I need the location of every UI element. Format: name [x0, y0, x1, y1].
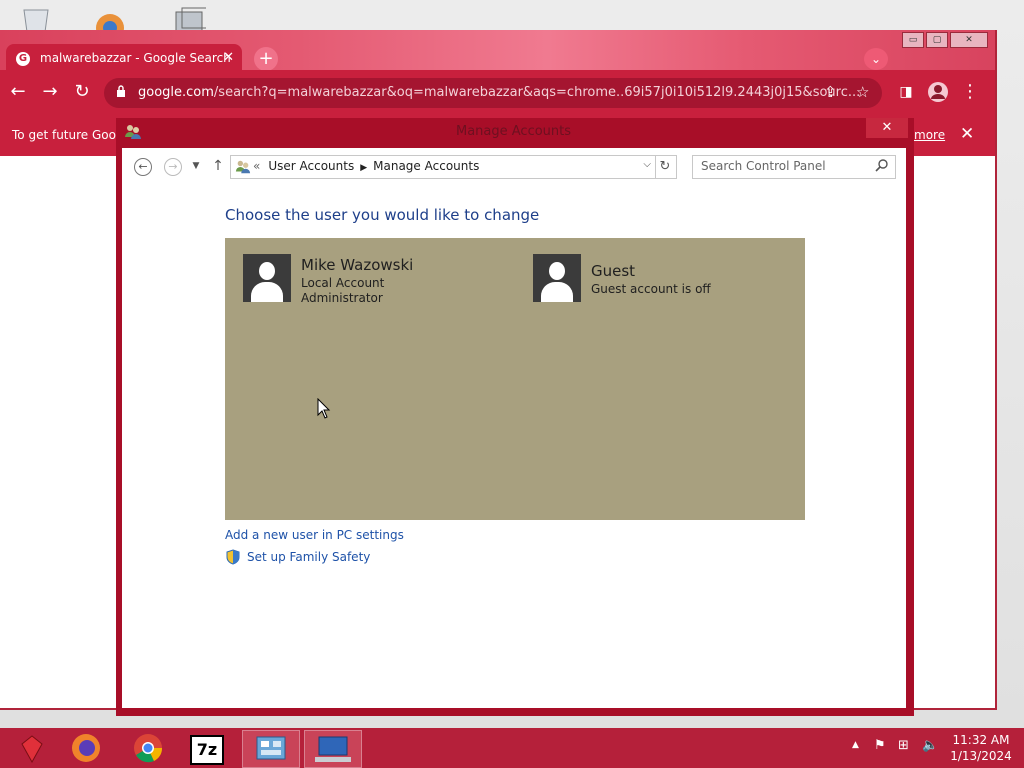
search-control-panel-input[interactable]: Search Control Panel [692, 155, 896, 179]
add-new-user-link[interactable]: Add a new user in PC settings [225, 528, 404, 542]
volume-muted-icon[interactable]: 🔈 [922, 738, 938, 753]
clock[interactable]: 11:32 AM 1/13/2024 [946, 732, 1016, 764]
firefox-icon[interactable] [58, 730, 114, 766]
shield-icon [226, 549, 240, 565]
tab-close-icon[interactable]: ✕ [223, 50, 234, 65]
account-name: Mike Wazowski [301, 256, 414, 274]
forward-arrow-icon[interactable]: → [38, 80, 62, 104]
tab-search-button[interactable]: ⌄ [864, 48, 888, 70]
breadcrumb[interactable]: « User Accounts ▶ Manage Accounts ⌵ [230, 155, 656, 179]
url-text: google.com/search?q=malwarebazzar&oq=mal… [138, 85, 860, 100]
close-window-button[interactable]: ✕ [950, 32, 988, 48]
control-panel-icon[interactable] [242, 730, 300, 768]
menu-kebab-icon[interactable]: ⋮ [958, 80, 982, 104]
info-bar-learn-more-link[interactable]: more [914, 128, 945, 142]
manage-accounts-window: Manage Accounts ✕ ← → ▼ ↑ « User Accounts… [116, 118, 914, 716]
recent-pages-dropdown[interactable]: ▼ [186, 156, 206, 176]
account-type: Local Account [301, 276, 385, 290]
ruby-icon[interactable] [4, 730, 60, 766]
user-avatar-icon [243, 254, 291, 302]
forward-button[interactable]: → [164, 158, 182, 176]
browser-desktop-icon[interactable] [92, 4, 128, 32]
user-accounts-icon [125, 125, 141, 139]
profile-avatar-icon[interactable] [926, 80, 950, 104]
side-panel-icon[interactable]: ◨ [894, 80, 918, 104]
breadcrumb-chevron-icon[interactable]: ▶ [360, 163, 367, 173]
breadcrumb-overflow[interactable]: « [253, 159, 260, 173]
action-center-flag-icon[interactable]: ⚑ [874, 738, 886, 753]
google-favicon-icon: G [16, 52, 30, 66]
windows-desktop-icon[interactable] [170, 4, 206, 32]
search-placeholder: Search Control Panel [701, 159, 826, 173]
maximize-button[interactable]: ▢ [926, 32, 948, 48]
new-tab-button[interactable]: + [254, 47, 278, 71]
account-name: Guest [591, 262, 636, 280]
user-accounts-small-icon [235, 160, 251, 174]
info-bar-close-icon[interactable]: ✕ [960, 124, 974, 144]
back-button[interactable]: ← [134, 158, 152, 176]
show-hidden-icons-chevron-icon[interactable]: ▲ [852, 740, 859, 750]
window-titlebar[interactable]: Manage Accounts ✕ [116, 118, 914, 148]
account-role: Administrator [301, 291, 383, 305]
close-button[interactable]: ✕ [866, 118, 908, 138]
back-arrow-icon[interactable]: ← [6, 80, 30, 104]
navigation-bar: ← → ▼ ↑ « User Accounts ▶ Manage Accounts ⌵… [122, 148, 906, 186]
tab-title: malwarebazzar - Google Search [40, 51, 231, 65]
clock-date: 1/13/2024 [950, 749, 1012, 763]
recycle-bin-icon[interactable] [18, 4, 54, 32]
lock-icon [117, 85, 125, 97]
search-icon[interactable] [875, 158, 889, 172]
accounts-panel: Mike Wazowski Local Account Administrato… [225, 238, 805, 520]
up-button[interactable]: ↑ [208, 156, 228, 176]
remote-desktop-icon[interactable] [304, 730, 362, 768]
window-title: Manage Accounts [456, 124, 572, 139]
account-tile-mike-wazowski[interactable]: Mike Wazowski Local Account Administrato… [243, 254, 503, 305]
url-host: google.com [138, 85, 214, 100]
chrome-icon[interactable] [120, 730, 176, 766]
bookmark-star-icon[interactable]: ☆ [856, 83, 869, 101]
address-bar[interactable]: google.com/search?q=malwarebazzar&oq=mal… [104, 78, 882, 108]
minimize-button[interactable]: ▭ [902, 32, 924, 48]
reload-icon[interactable]: ↻ [70, 80, 94, 104]
account-tile-guest[interactable]: Guest Guest account is off [533, 254, 793, 304]
info-bar-text: To get future Goo [12, 128, 116, 142]
network-icon[interactable]: ⊞ [898, 738, 909, 753]
window-content: ← → ▼ ↑ « User Accounts ▶ Manage Accounts ⌵… [122, 148, 906, 708]
breadcrumb-manage-accounts[interactable]: Manage Accounts [373, 159, 479, 173]
refresh-button[interactable]: ↻ [654, 155, 677, 179]
page-heading: Choose the user you would like to change [225, 206, 540, 224]
breadcrumb-user-accounts[interactable]: User Accounts [268, 159, 354, 173]
mouse-pointer-icon [317, 398, 331, 419]
family-safety-link[interactable]: Set up Family Safety [247, 550, 370, 564]
address-dropdown-icon[interactable]: ⌵ [643, 159, 651, 170]
url-path: /search?q=malwarebazzar&oq=malwarebazzar… [213, 85, 861, 100]
clock-time: 11:32 AM [952, 733, 1010, 747]
user-avatar-icon [533, 254, 581, 302]
tab-strip: G malwarebazzar - Google Search ✕ + ⌄ ▭ … [0, 30, 995, 74]
share-icon[interactable]: ⇪ [824, 83, 837, 101]
taskbar: 7z ▲ ⚑ ⊞ 🔈 11:32 AM 1/13/2024 [0, 728, 1024, 768]
breadcrumb-path: « User Accounts ▶ Manage Accounts [253, 159, 479, 173]
7zip-icon[interactable]: 7z [178, 730, 234, 766]
account-status: Guest account is off [591, 282, 711, 296]
browser-toolbar: ← → ↻ google.com/search?q=malwarebazzar&… [0, 70, 995, 116]
